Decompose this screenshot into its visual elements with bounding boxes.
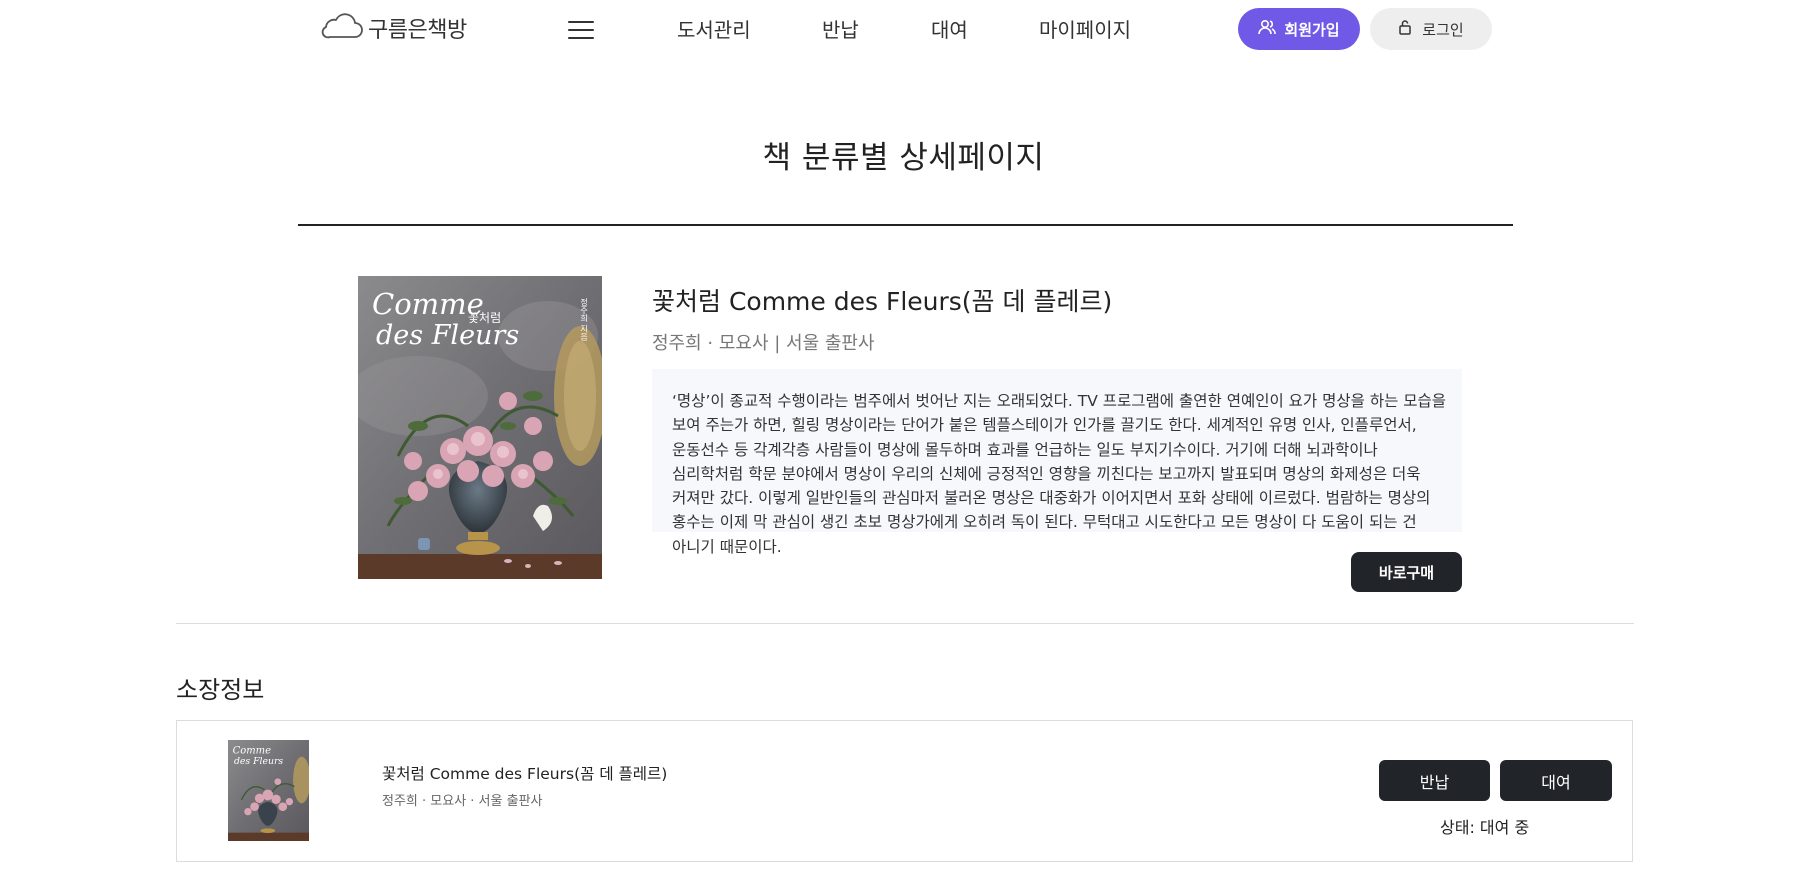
holding-thumbnail: Comme des Fleurs <box>228 740 309 841</box>
cloud-icon <box>320 12 364 44</box>
lock-icon <box>1398 19 1412 39</box>
cover-author: 정주희 지음 <box>580 297 589 341</box>
holdings-heading: 소장정보 <box>176 676 265 704</box>
section-divider <box>176 623 1634 624</box>
nav-book-management[interactable]: 도서관리 <box>677 14 751 43</box>
cover-korean-title: 꽃처럼 <box>468 311 501 325</box>
nav-rent[interactable]: 대여 <box>931 14 968 43</box>
signup-label: 회원가입 <box>1284 20 1340 39</box>
nav-mypage[interactable]: 마이페이지 <box>1039 14 1131 43</box>
book-description: ‘명상’이 종교적 수행이라는 범주에서 벗어난 지는 오래되었다. TV 프로… <box>672 392 1447 556</box>
book-cover-image: Comme des Fleurs 꽃처럼 정주희 지음 <box>358 276 602 579</box>
login-button[interactable]: 로그인 <box>1370 8 1492 50</box>
rental-status: 상태: 대여 중 <box>1440 818 1530 837</box>
signup-button[interactable]: 회원가입 <box>1238 8 1360 50</box>
return-button[interactable]: 반납 <box>1379 760 1490 801</box>
users-icon <box>1258 19 1277 39</box>
logo-text: 구름은책방 <box>368 18 467 43</box>
holding-meta: 정주희 · 모요사 · 서울 출판사 <box>382 794 543 809</box>
thumb-title-line2: des Fleurs <box>234 756 283 767</box>
title-divider <box>298 224 1513 226</box>
holding-title: 꽃처럼 Comme des Fleurs(꼼 데 플레르) <box>382 765 668 783</box>
site-logo[interactable]: 구름은책방 <box>320 12 467 44</box>
menu-icon[interactable] <box>568 20 594 40</box>
page-title: 책 분류별 상세페이지 <box>762 140 1045 176</box>
login-label: 로그인 <box>1422 20 1464 39</box>
thumb-title-line1: Comme <box>233 745 271 756</box>
nav-return[interactable]: 반납 <box>822 14 859 43</box>
book-title: 꽃처럼 Comme des Fleurs(꼼 데 플레르) <box>652 287 1113 316</box>
book-meta: 정주희 · 모요사 | 서울 출판사 <box>652 333 875 354</box>
buy-now-button[interactable]: 바로구매 <box>1351 552 1462 592</box>
rent-button[interactable]: 대여 <box>1500 760 1612 801</box>
